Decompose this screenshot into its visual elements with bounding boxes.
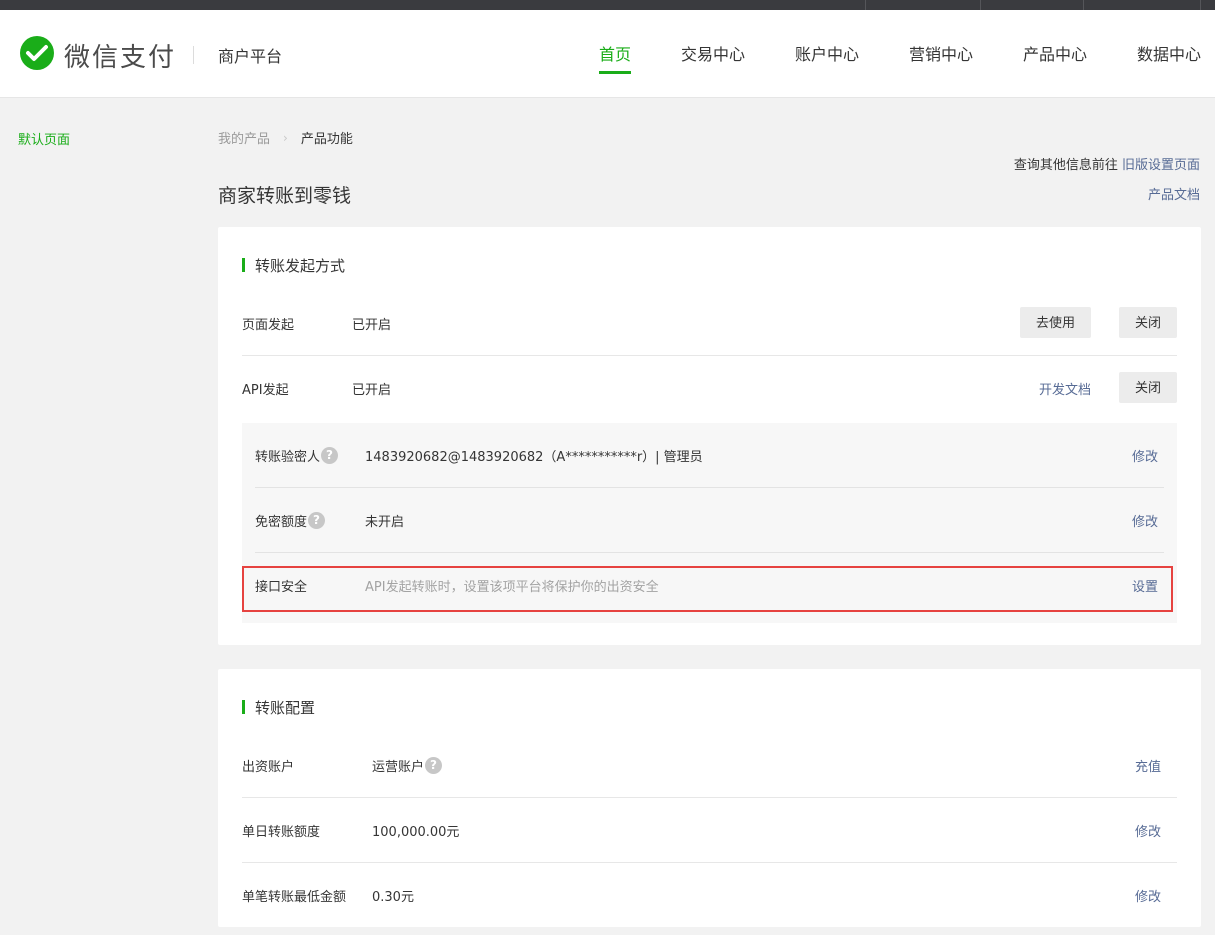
brand-name: 微信支付	[64, 42, 177, 73]
nav-data-center[interactable]: 数据中心	[1137, 41, 1201, 65]
question-circle-icon[interactable]: ?	[321, 447, 339, 464]
breadcrumb: 我的产品 › 产品功能	[218, 128, 353, 148]
close-api-initiation-button[interactable]: 关闭	[1118, 372, 1177, 403]
config-card: 转账配置 出资账户 运营账户? 充值 单日转账额度 100,000.00元 修改…	[218, 669, 1201, 927]
api-security-row: 接口安全 API发起转账时，设置该项平台将保护你的出资安全 设置	[255, 553, 1164, 618]
free-quota-value: 未开启	[365, 515, 405, 530]
edit-daily-limit-link[interactable]: 修改	[1135, 821, 1161, 840]
verifier-value: 1483920682@1483920682（A***********r）| 管理…	[365, 450, 703, 465]
nav-marketing-center[interactable]: 营销中心	[909, 41, 973, 65]
status-text: 已开启	[352, 383, 392, 398]
funding-account-value: 运营账户	[372, 760, 425, 775]
product-doc-link[interactable]: 产品文档	[1148, 184, 1200, 203]
daily-limit-value: 100,000.00元	[372, 825, 460, 840]
min-amount-row: 单笔转账最低金额 0.30元 修改	[242, 863, 1177, 928]
api-settings-panel: 转账验密人? 1483920682@1483920682（A**********…	[242, 423, 1177, 623]
row-label: 出资账户	[242, 760, 295, 775]
edit-min-amount-link[interactable]: 修改	[1135, 886, 1161, 905]
section-title: 转账配置	[242, 697, 315, 718]
edit-verifier-link[interactable]: 修改	[1132, 446, 1158, 465]
nav-account-center[interactable]: 账户中心	[795, 41, 859, 65]
api-security-hint: API发起转账时，设置该项平台将保护你的出资安全	[365, 580, 659, 595]
verifier-row: 转账验密人? 1483920682@1483920682（A**********…	[255, 423, 1164, 488]
row-label: API发起	[242, 383, 289, 398]
funding-account-row: 出资账户 运营账户? 充值	[242, 733, 1177, 798]
breadcrumb-parent[interactable]: 我的产品	[218, 128, 270, 147]
free-quota-row: 免密额度? 未开启 修改	[255, 488, 1164, 553]
nav-home[interactable]: 首页	[599, 41, 632, 74]
breadcrumb-current: 产品功能	[300, 132, 353, 147]
status-text: 已开启	[352, 318, 392, 333]
nav-trade-center[interactable]: 交易中心	[681, 41, 745, 65]
top-strip	[0, 0, 1215, 10]
page-initiation-row: 页面发起 已开启 去使用 关闭	[242, 291, 1177, 356]
wechat-pay-logo-icon	[20, 36, 54, 70]
edit-free-quota-link[interactable]: 修改	[1132, 511, 1158, 530]
section-title: 转账发起方式	[242, 255, 345, 276]
daily-limit-row: 单日转账额度 100,000.00元 修改	[242, 798, 1177, 863]
row-label: 单笔转账最低金额	[242, 890, 347, 905]
platform-name: 商户平台	[218, 47, 283, 66]
row-label: 免密额度	[255, 515, 308, 530]
api-initiation-row: API发起 已开启 开发文档 关闭	[242, 356, 1177, 421]
row-label: 单日转账额度	[242, 825, 321, 840]
row-label: 接口安全	[255, 580, 308, 595]
question-circle-icon[interactable]: ?	[308, 512, 326, 529]
dev-doc-link[interactable]: 开发文档	[1039, 379, 1091, 398]
initiation-card: 转账发起方式 页面发起 已开启 去使用 关闭 API发起 已开启 开发文档 关闭…	[218, 227, 1201, 645]
api-security-setup-link[interactable]: 设置	[1132, 576, 1158, 595]
row-label: 页面发起	[242, 318, 295, 333]
page-title: 商家转账到零钱	[218, 185, 352, 207]
old-settings-hint: 查询其他信息前往 旧版设置页面	[1013, 158, 1200, 173]
header: 微信支付 商户平台 首页 交易中心 账户中心 营销中心 产品中心 数据中心	[0, 10, 1215, 98]
recharge-link[interactable]: 充值	[1135, 756, 1161, 775]
chevron-right-icon: ›	[283, 130, 288, 145]
sidebar-item-default-page[interactable]: 默认页面	[18, 129, 70, 148]
nav-active-indicator	[599, 71, 632, 74]
row-label: 转账验密人	[255, 450, 321, 465]
old-settings-link[interactable]: 旧版设置页面	[1122, 158, 1200, 173]
min-amount-value: 0.30元	[372, 890, 414, 905]
nav-product-center[interactable]: 产品中心	[1023, 41, 1087, 65]
close-page-initiation-button[interactable]: 关闭	[1118, 307, 1177, 338]
question-circle-icon[interactable]: ?	[425, 757, 443, 774]
logo-divider	[193, 46, 194, 64]
brand-logo[interactable]: 微信支付	[18, 36, 176, 74]
use-button[interactable]: 去使用	[1019, 307, 1091, 338]
